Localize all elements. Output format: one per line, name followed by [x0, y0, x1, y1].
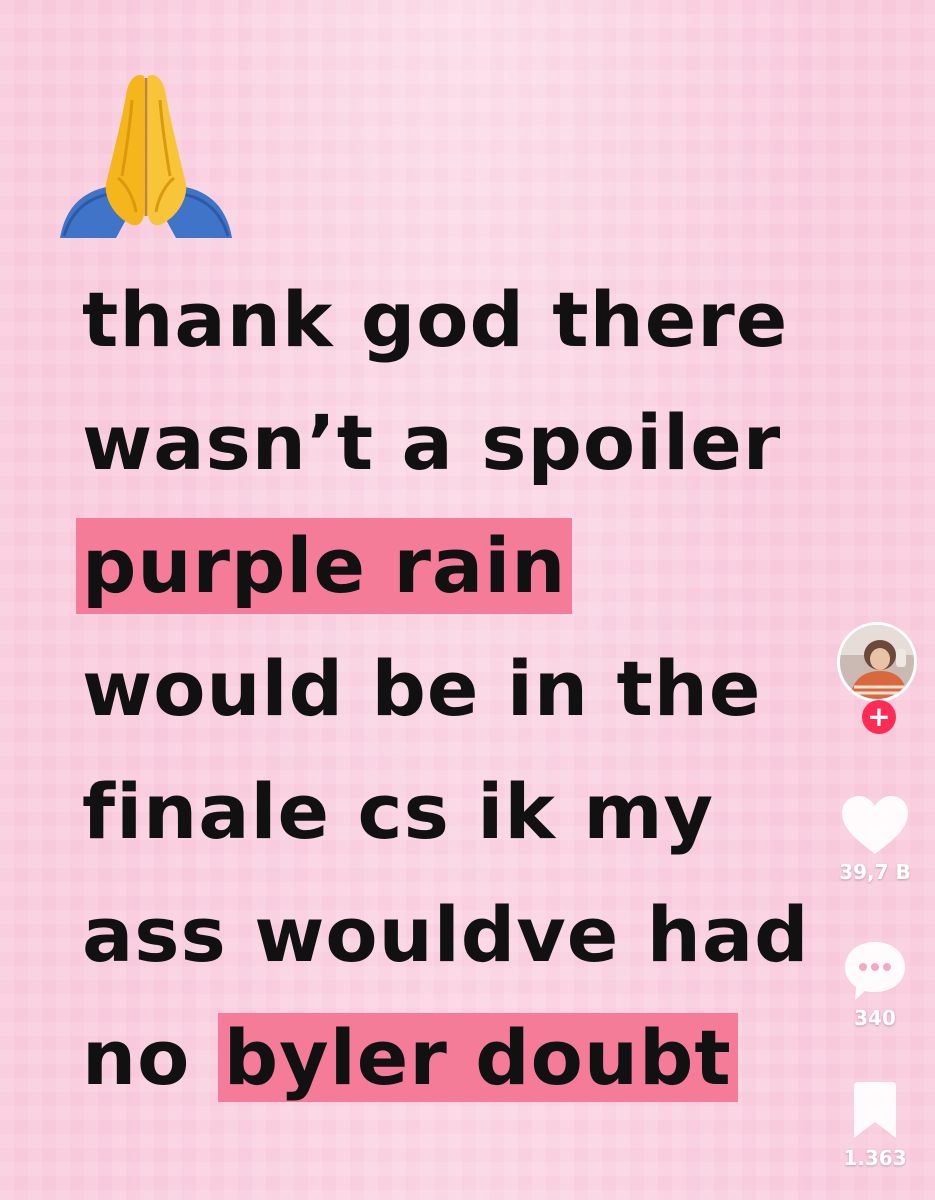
- bookmark-icon: [854, 1082, 896, 1138]
- caption-line: purple rain: [76, 518, 822, 641]
- follow-button[interactable]: +: [862, 700, 896, 734]
- caption-line-text: no byler doubt: [76, 1010, 744, 1106]
- caption-line: would be in the: [82, 641, 822, 764]
- caption-segment: wasn’t a spoiler: [82, 398, 782, 487]
- caption-text: thank god there wasn’t a spoiler purple …: [76, 272, 822, 1133]
- comment-count: 340: [854, 1006, 896, 1030]
- folded-hands-icon: [56, 66, 236, 246]
- caption-segment: finale cs ik my: [82, 767, 715, 856]
- creator-avatar[interactable]: [837, 622, 917, 702]
- caption-line: ass wouldve had: [82, 887, 822, 1010]
- caption-line-text: wasn’t a spoiler: [76, 395, 787, 491]
- caption-highlight: purple rain: [76, 518, 573, 614]
- caption-segment: purple rain: [82, 521, 567, 610]
- save-button[interactable]: 1.363: [825, 1080, 925, 1170]
- caption-segment: would be in the: [82, 644, 762, 733]
- caption-line: thank god there: [82, 272, 822, 395]
- caption-line: no byler doubt: [82, 1010, 822, 1133]
- caption-line: wasn’t a spoiler: [82, 395, 822, 518]
- caption-highlight: byler doubt: [217, 1013, 738, 1102]
- like-button[interactable]: 39,7 B: [825, 794, 925, 884]
- like-count: 39,7 B: [839, 860, 911, 884]
- action-rail: + 39,7 B 340 1.363: [815, 0, 935, 1200]
- caption-line-text: finale cs ik my: [76, 764, 720, 860]
- comment-bubble-icon: [845, 942, 905, 1000]
- caption-line: finale cs ik my: [82, 764, 822, 887]
- caption-segment: no: [82, 1013, 218, 1102]
- caption-line-text: ass wouldve had: [76, 887, 816, 983]
- caption-line-text: would be in the: [76, 641, 767, 737]
- save-count: 1.363: [843, 1146, 907, 1170]
- comment-button[interactable]: 340: [825, 938, 925, 1030]
- caption-line-text: thank god there: [76, 272, 794, 368]
- caption-segment: ass wouldve had: [82, 890, 810, 979]
- caption-segment: thank god there: [82, 275, 789, 364]
- heart-icon: [842, 796, 908, 854]
